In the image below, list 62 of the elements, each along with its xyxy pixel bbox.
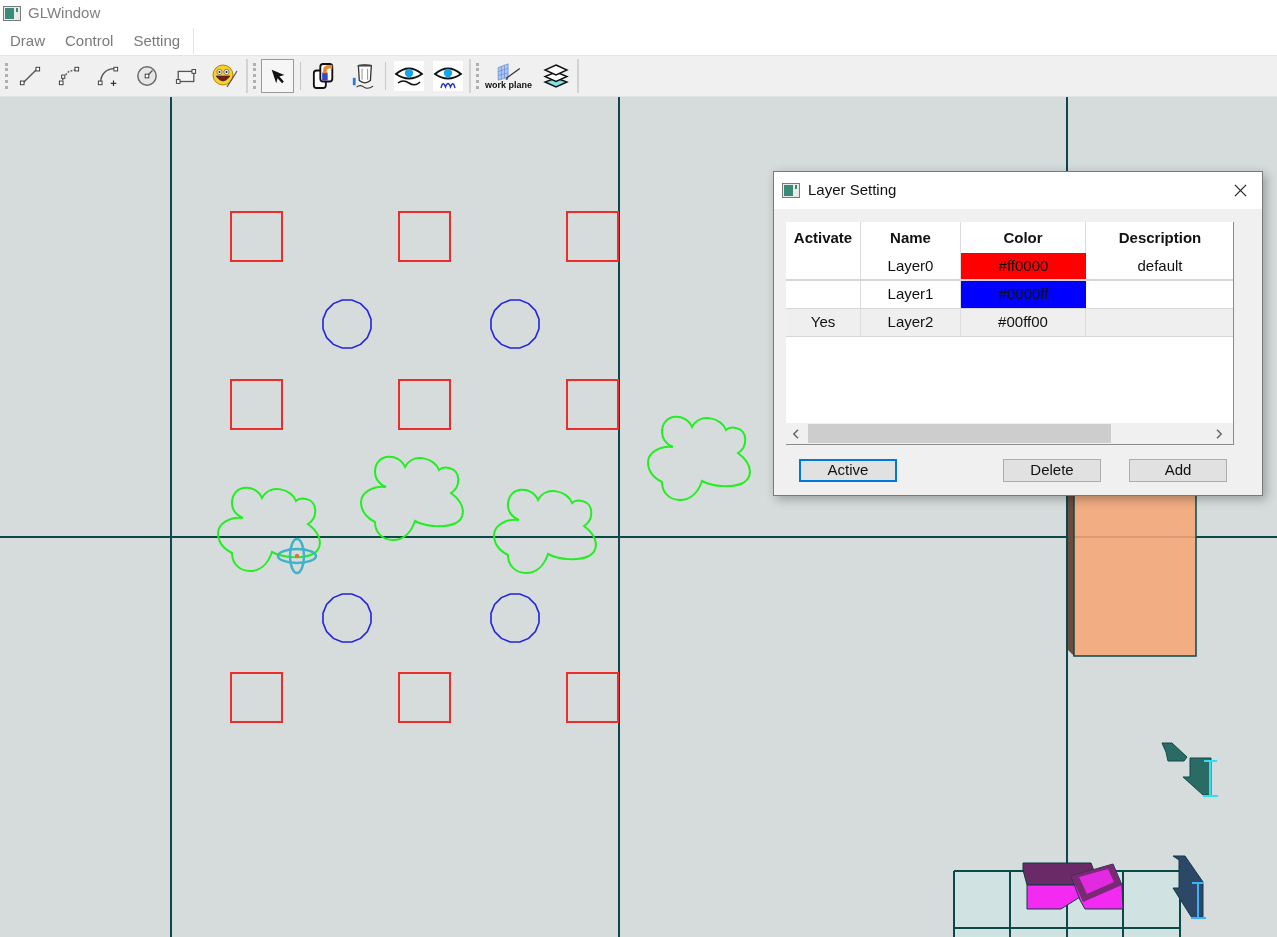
grip-icon[interactable]: [476, 63, 479, 89]
layers-icon: [542, 63, 569, 89]
scrollbar-thumb[interactable]: [808, 424, 1111, 443]
app-icon: [782, 183, 800, 198]
eye-icon: [393, 61, 424, 91]
window-title: GLWindow: [28, 3, 101, 24]
grid-plane-icon: [495, 62, 522, 81]
line-icon: [18, 65, 41, 87]
grip-icon[interactable]: [5, 63, 8, 89]
emoji-icon: [211, 64, 238, 88]
dialog-title: Layer Setting: [808, 180, 897, 201]
horizontal-scrollbar[interactable]: [786, 423, 1233, 444]
square-outline: [398, 672, 451, 723]
chevron-right-icon[interactable]: [1216, 428, 1223, 439]
active-button[interactable]: Active: [799, 459, 897, 482]
menu-item[interactable]: Setting: [123, 27, 191, 55]
table-row[interactable]: Layer1 #0000ff: [786, 281, 1233, 309]
delete-button[interactable]: Delete: [1003, 459, 1101, 482]
square-outline: [566, 211, 619, 262]
app-icon: [3, 6, 21, 21]
circle-outline: [490, 299, 540, 349]
table-cell-text: Yes: [810, 312, 836, 333]
color-cell: #ff0000: [961, 253, 1086, 279]
circle-outline: [322, 593, 372, 643]
square-outline: [398, 211, 451, 262]
menu-item[interactable]: Draw: [0, 27, 55, 55]
square-outline: [230, 379, 283, 430]
orbit-gizmo-icon: [276, 537, 318, 575]
tool-button[interactable]: [261, 59, 294, 93]
circle-outline: [322, 299, 372, 349]
table-cell-text: #00ff00: [998, 312, 1048, 333]
circle-outline: [490, 593, 540, 643]
eye-icon: [432, 61, 463, 91]
tool-button[interactable]: [431, 59, 464, 93]
color-cell: #0000ff: [961, 281, 1086, 308]
circle-icon: [135, 65, 158, 87]
table-cell-text: Layer0: [887, 255, 934, 276]
table-cell-text: Layer1: [887, 284, 934, 305]
square-outline: [566, 672, 619, 723]
table-row[interactable]: Yes Layer2 #00ff00: [786, 309, 1233, 337]
grip-icon[interactable]: [253, 63, 256, 89]
square-outline: [230, 672, 283, 723]
square-outline: [230, 211, 283, 262]
add-button[interactable]: Add: [1129, 459, 1227, 482]
polyline-icon: [57, 65, 80, 87]
column-header[interactable]: Description: [1086, 222, 1234, 253]
beam-3d-shape: [1161, 742, 1219, 797]
table-cell-text: default: [1137, 255, 1183, 276]
table-row[interactable]: Layer0 #ff0000 default: [786, 253, 1233, 281]
beam-3d-shape: [1172, 855, 1207, 919]
chevron-left-icon[interactable]: [792, 428, 799, 439]
menu-item[interactable]: Control: [55, 27, 124, 55]
square-outline: [398, 379, 451, 430]
cup-icon: [350, 62, 375, 90]
close-icon: [1233, 184, 1247, 197]
tool-button[interactable]: [392, 59, 425, 93]
copy-icon: [311, 62, 336, 90]
table-cell-text: Layer2: [887, 312, 934, 333]
curve-icon: [96, 65, 119, 87]
square-outline: [566, 379, 619, 430]
tool-caption: work plane: [485, 80, 532, 90]
tool-button[interactable]: work plane: [484, 59, 533, 93]
